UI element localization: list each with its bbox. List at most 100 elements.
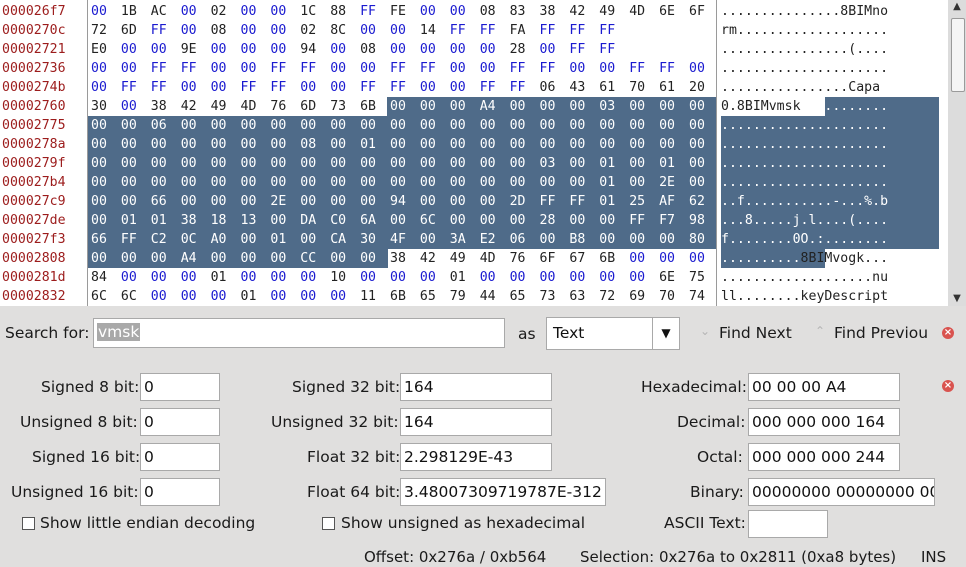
ascii-text[interactable]: ..................... — [721, 173, 888, 192]
hex-byte[interactable]: 4D — [241, 97, 265, 116]
hex-byte[interactable]: 4D — [629, 2, 653, 21]
hex-byte[interactable]: FF — [540, 192, 564, 211]
hex-byte[interactable]: 00 — [569, 211, 593, 230]
hex-byte[interactable]: 00 — [480, 268, 504, 287]
hex-byte[interactable]: 00 — [659, 249, 683, 268]
hex-byte[interactable]: 00 — [450, 40, 474, 59]
hex-byte[interactable]: AF — [659, 192, 683, 211]
hex-byte[interactable]: 00 — [181, 154, 205, 173]
hex-byte[interactable]: 6B — [599, 249, 623, 268]
ascii-text[interactable]: ...8.....j.l....(.... — [721, 211, 888, 230]
hex-byte[interactable]: 6C — [91, 287, 115, 306]
hex-byte[interactable]: 72 — [599, 287, 623, 306]
ascii-text-field[interactable] — [748, 510, 828, 538]
octal-field[interactable]: 000 000 000 244 — [748, 443, 900, 471]
hex-byte[interactable]: 00 — [270, 116, 294, 135]
hex-byte[interactable]: 00 — [91, 135, 115, 154]
hex-byte[interactable]: 01 — [450, 268, 474, 287]
ascii-text[interactable]: ..................... — [721, 116, 888, 135]
hex-byte[interactable]: 00 — [300, 173, 324, 192]
hex-byte[interactable]: 00 — [121, 135, 145, 154]
hex-byte[interactable]: FF — [300, 59, 324, 78]
hex-byte[interactable]: 00 — [241, 173, 265, 192]
hex-byte[interactable]: 00 — [599, 59, 623, 78]
hex-byte[interactable]: 00 — [270, 154, 294, 173]
hex-byte[interactable]: FF — [181, 59, 205, 78]
hex-byte[interactable]: FF — [270, 59, 294, 78]
hex-byte[interactable]: 00 — [360, 59, 384, 78]
hex-byte[interactable]: 00 — [569, 97, 593, 116]
hex-byte[interactable]: 6C — [121, 287, 145, 306]
hex-byte[interactable]: 11 — [360, 287, 384, 306]
hex-byte[interactable]: 00 — [629, 135, 653, 154]
hex-byte[interactable]: 00 — [629, 154, 653, 173]
hex-byte[interactable]: FF — [241, 78, 265, 97]
ascii-text[interactable]: ................(.... — [721, 40, 888, 59]
hex-byte[interactable]: 00 — [420, 97, 444, 116]
hex-byte[interactable]: 00 — [241, 2, 265, 21]
hex-byte[interactable]: 00 — [330, 173, 354, 192]
hex-byte[interactable]: 00 — [390, 97, 414, 116]
hex-byte[interactable]: 00 — [121, 249, 145, 268]
hex-byte[interactable]: 79 — [450, 287, 474, 306]
hex-byte[interactable]: 00 — [181, 78, 205, 97]
hex-byte[interactable]: 38 — [390, 249, 414, 268]
hex-byte[interactable]: 6F — [540, 249, 564, 268]
hex-byte[interactable]: FF — [569, 40, 593, 59]
ascii-text[interactable]: ll........keyDescript — [721, 287, 888, 306]
hex-byte[interactable]: 49 — [599, 2, 623, 21]
hex-byte[interactable]: 00 — [390, 40, 414, 59]
hex-byte[interactable]: 00 — [450, 116, 474, 135]
hex-byte[interactable]: 00 — [450, 59, 474, 78]
hex-byte[interactable]: 00 — [121, 192, 145, 211]
hex-byte[interactable]: 00 — [420, 173, 444, 192]
hex-byte[interactable]: 02 — [300, 21, 324, 40]
hex-byte[interactable]: 00 — [569, 154, 593, 173]
hex-byte[interactable]: 70 — [659, 287, 683, 306]
hex-byte[interactable]: 49 — [450, 249, 474, 268]
hex-byte[interactable]: 00 — [510, 116, 534, 135]
hex-byte[interactable]: 01 — [270, 230, 294, 249]
hex-byte[interactable]: 01 — [599, 154, 623, 173]
hex-byte[interactable]: 00 — [420, 230, 444, 249]
hex-byte[interactable]: 00 — [510, 268, 534, 287]
hex-byte[interactable]: 00 — [241, 154, 265, 173]
hex-byte[interactable]: 28 — [510, 40, 534, 59]
hex-byte[interactable]: 00 — [300, 154, 324, 173]
hex-byte[interactable]: 00 — [360, 116, 384, 135]
hex-byte[interactable]: 00 — [270, 268, 294, 287]
ascii-text[interactable]: ..f...........-...%.b — [721, 192, 888, 211]
hex-byte[interactable]: 06 — [510, 230, 534, 249]
hex-byte[interactable]: 00 — [91, 249, 115, 268]
hex-byte[interactable]: 00 — [659, 97, 683, 116]
hex-byte[interactable]: 08 — [480, 2, 504, 21]
hex-byte[interactable]: 00 — [211, 40, 235, 59]
hex-byte[interactable]: 73 — [330, 97, 354, 116]
search-input[interactable]: vmsk — [93, 318, 505, 348]
hex-byte[interactable]: 00 — [121, 173, 145, 192]
float32-field[interactable]: 2.298129E-43 — [400, 443, 552, 471]
hex-byte[interactable]: FF — [659, 59, 683, 78]
hex-byte[interactable]: 00 — [330, 40, 354, 59]
ascii-text[interactable]: ..................... — [721, 59, 888, 78]
hex-byte[interactable]: 00 — [689, 154, 713, 173]
hex-byte[interactable]: 98 — [689, 211, 713, 230]
hex-byte[interactable]: 42 — [569, 2, 593, 21]
hex-byte[interactable]: 00 — [91, 78, 115, 97]
hex-byte[interactable]: FF — [450, 21, 474, 40]
hex-byte[interactable]: 00 — [121, 97, 145, 116]
hex-byte[interactable]: 00 — [450, 135, 474, 154]
hex-byte[interactable]: 01 — [599, 192, 623, 211]
hex-byte[interactable]: 00 — [569, 59, 593, 78]
hex-view[interactable]: 000026f7 0000270c 00002721 00002736 0000274b… — [0, 0, 948, 306]
hex-byte[interactable]: FF — [599, 40, 623, 59]
hex-byte[interactable]: 00 — [181, 135, 205, 154]
hex-byte[interactable]: 00 — [181, 21, 205, 40]
hex-byte[interactable]: 2D — [510, 192, 534, 211]
hex-byte[interactable]: 00 — [360, 173, 384, 192]
hex-byte[interactable]: 00 — [241, 135, 265, 154]
hex-byte[interactable]: 00 — [300, 78, 324, 97]
hex-byte[interactable]: 00 — [241, 40, 265, 59]
binary-field[interactable]: 00000000 00000000 00000 — [748, 478, 935, 506]
hex-byte[interactable]: 00 — [689, 249, 713, 268]
